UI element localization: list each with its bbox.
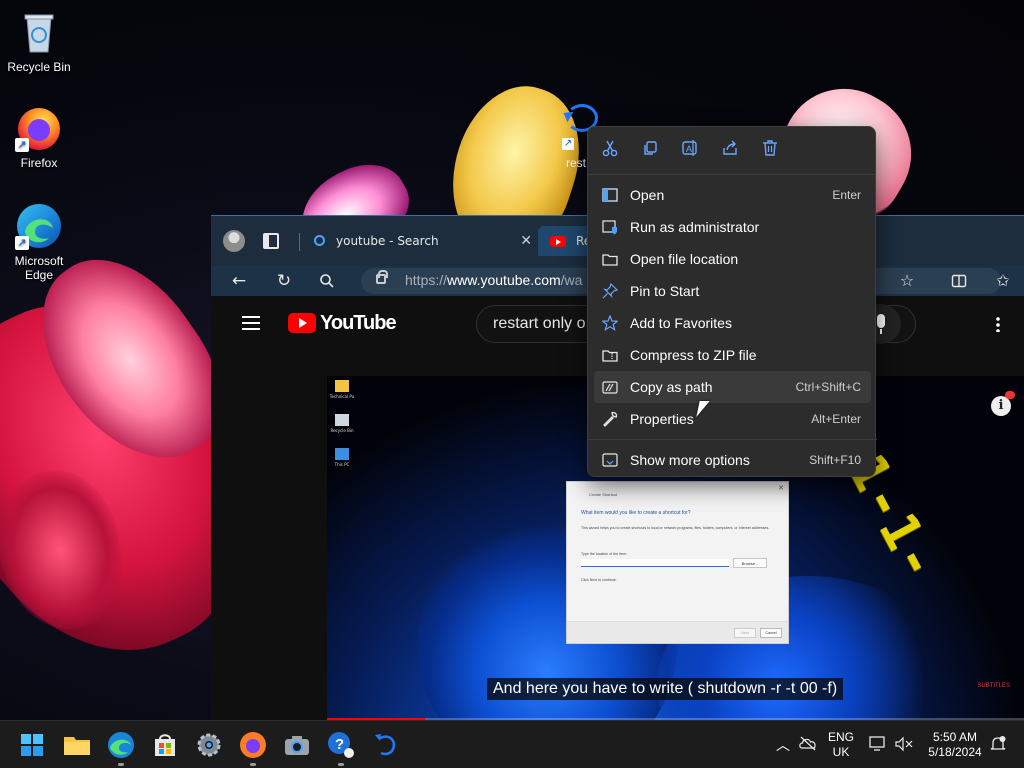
youtube-logo[interactable]: YouTube: [288, 312, 397, 334]
menu-item-open[interactable]: Open Enter: [594, 179, 871, 211]
clock[interactable]: 5:50 AM 5/18/2024: [924, 721, 986, 768]
folder-icon: [335, 380, 349, 392]
desktop-icon-recycle-bin[interactable]: Recycle Bin: [1, 8, 77, 74]
running-indicator: [118, 763, 124, 766]
recycle-bin-icon: [335, 414, 349, 426]
file-explorer-icon[interactable]: [61, 729, 93, 761]
onedrive-icon[interactable]: [796, 721, 820, 768]
desktop-icon-label: Recycle Bin: [7, 60, 71, 74]
menu-separator: [588, 439, 877, 440]
more-options-icon: [602, 452, 618, 468]
desktop-icon-label-line2: Edge: [24, 268, 54, 282]
desktop-icon-label: Firefox: [20, 156, 58, 170]
profile-avatar[interactable]: [223, 230, 245, 252]
next-button: Next: [734, 628, 756, 638]
url-text: https://www.youtube.com/wa: [405, 272, 583, 288]
volume-muted-icon[interactable]: [892, 721, 916, 768]
menu-item-add-to-favorites[interactable]: Add to Favorites: [594, 307, 871, 339]
search-icon[interactable]: [315, 269, 339, 293]
dialog-footer: Next Cancel: [567, 621, 788, 643]
running-indicator: [250, 763, 256, 766]
cancel-button: Cancel: [760, 628, 782, 638]
menu-item-run-as-administrator[interactable]: Run as administrator: [594, 211, 871, 243]
store-icon[interactable]: [149, 729, 181, 761]
menu-item-show-more-options[interactable]: Show more options Shift+F10: [594, 444, 871, 476]
edge-icon: ↗: [15, 202, 63, 250]
youtube-logo-icon: [288, 313, 316, 333]
video-watermark: SUBTITLES: [977, 683, 1010, 689]
running-indicator: [338, 763, 344, 766]
wrench-icon: [602, 411, 618, 427]
star-icon: [601, 314, 619, 332]
close-icon[interactable]: ✕: [520, 226, 532, 256]
help-icon[interactable]: ?: [325, 729, 357, 766]
desktop-icon-label: rest: [566, 156, 587, 170]
location-field: [581, 559, 729, 567]
pin-icon: [602, 282, 619, 299]
context-menu: A Open Enter Run as administrator Open f…: [587, 126, 877, 477]
folder-icon: [602, 251, 618, 267]
search-icon: [314, 235, 325, 246]
rename-icon[interactable]: A: [678, 139, 702, 163]
recycle-bin-icon: [15, 8, 63, 56]
copy-icon[interactable]: [638, 139, 662, 163]
refresh-icon[interactable]: ↻: [272, 269, 296, 293]
tab-actions-icon[interactable]: [263, 233, 279, 249]
tab-separator: [299, 233, 300, 251]
desktop-icon-edge[interactable]: ↗ Microsoft Edge: [1, 202, 77, 282]
favorite-star-icon[interactable]: ☆: [895, 269, 919, 293]
share-icon[interactable]: [718, 139, 742, 163]
cut-icon[interactable]: [598, 139, 622, 163]
undo-app-icon[interactable]: [369, 729, 401, 761]
open-icon: [602, 187, 618, 203]
split-screen-icon[interactable]: [947, 269, 971, 293]
menu-item-properties[interactable]: Properties Alt+Enter: [594, 403, 871, 435]
favorites-icon[interactable]: ✩: [991, 269, 1015, 293]
menu-item-open-file-location[interactable]: Open file location: [594, 243, 871, 275]
lock-icon: [376, 270, 388, 284]
back-icon[interactable]: ←: [227, 269, 251, 293]
this-pc-icon: [335, 448, 349, 460]
camera-icon[interactable]: [281, 729, 313, 761]
start-icon[interactable]: [16, 729, 48, 761]
edge-icon[interactable]: [105, 729, 137, 766]
zip-folder-icon: [602, 347, 618, 363]
context-menu-items: Open Enter Run as administrator Open fil…: [588, 179, 877, 476]
taskbar: ? ︿ ENG UK 5:50 AM 5/18/2024: [0, 720, 1024, 768]
tab-title: youtube - Search: [336, 234, 439, 248]
network-icon[interactable]: [866, 721, 890, 768]
menu-icon[interactable]: [242, 316, 260, 330]
video-desktop-icon: This PC: [329, 448, 355, 467]
shortcut-arrow-icon: ↗: [15, 236, 29, 250]
close-icon: ✕: [778, 485, 784, 492]
tab-youtube-search[interactable]: youtube - Search ✕: [306, 226, 536, 256]
svg-text:A: A: [686, 144, 692, 154]
video-desktop-icon: Recycle Bin: [329, 414, 355, 433]
firefox-icon[interactable]: [237, 729, 269, 766]
create-shortcut-dialog: Create Shortcut ✕ What item would you li…: [566, 481, 789, 644]
copy-path-icon: [602, 379, 618, 395]
language-indicator[interactable]: ENG UK: [824, 721, 858, 768]
youtube-favicon: [550, 236, 566, 247]
shortcut-arrow-icon: ↗: [562, 138, 574, 150]
menu-item-copy-as-path[interactable]: Copy as path Ctrl+Shift+C: [594, 371, 871, 403]
delete-icon[interactable]: [758, 139, 782, 163]
shortcut-arrow-icon: ↗: [15, 138, 29, 152]
svg-text:?: ?: [335, 736, 344, 753]
notifications-icon[interactable]: [986, 721, 1010, 768]
video-subtitle: And here you have to write ( shutdown -r…: [487, 678, 844, 700]
firefox-icon: ↗: [15, 104, 63, 152]
context-menu-quick-actions: A: [588, 127, 875, 175]
desktop-icon-firefox[interactable]: ↗ Firefox: [1, 104, 77, 170]
desktop-icon-label-line1: Microsoft: [14, 254, 64, 268]
browse-button: Browse...: [733, 558, 767, 568]
menu-item-pin-to-start[interactable]: Pin to Start: [594, 275, 871, 307]
info-icon[interactable]: i: [991, 391, 1015, 416]
video-desktop-icon: Technical Pu: [329, 380, 355, 399]
settings-icon[interactable]: [193, 729, 225, 761]
chevron-up-icon[interactable]: ︿: [772, 721, 794, 768]
shield-icon: [602, 219, 618, 235]
menu-item-compress-to-zip[interactable]: Compress to ZIP file: [594, 339, 871, 371]
more-vertical-icon[interactable]: [996, 316, 1000, 332]
